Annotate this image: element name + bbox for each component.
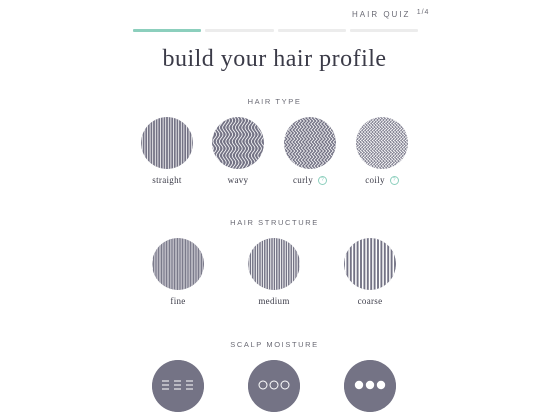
progress-bar — [133, 29, 418, 32]
coily-hair-icon — [356, 117, 408, 169]
hair-structure-label: fine — [170, 296, 186, 306]
hair-type-label: wavy — [227, 175, 249, 185]
quiz-step: 1/4 — [416, 9, 430, 16]
coarse-hair-icon — [344, 238, 396, 290]
progress-segment-3 — [277, 29, 346, 32]
wavy-hair-icon — [212, 117, 264, 169]
medium-hair-icon — [248, 238, 300, 290]
hair-structure-option-fine[interactable]: fine — [138, 238, 218, 306]
progress-segment-4 — [349, 29, 418, 32]
scalp-moisture-option-normal[interactable] — [234, 360, 314, 417]
hair-type-option-wavy[interactable]: wavy — [198, 117, 278, 185]
fine-hair-icon — [152, 238, 204, 290]
hair-type-option-coily[interactable]: coily? — [342, 117, 422, 186]
quiz-label: HAIR QUIZ — [352, 10, 411, 19]
hair-type-option-straight[interactable]: straight — [127, 117, 207, 185]
hair-type-option-curly[interactable]: curly? — [270, 117, 350, 186]
info-icon[interactable]: ? — [318, 176, 327, 186]
progress-segment-2 — [205, 29, 274, 32]
curly-hair-icon — [284, 117, 336, 169]
oily-scalp-icon — [344, 360, 396, 412]
page-title: build your hair profile — [162, 46, 387, 72]
hair-type-label: straight — [152, 175, 182, 185]
hair-type-title: HAIR TYPE — [247, 97, 302, 106]
info-icon[interactable]: ? — [389, 176, 399, 186]
hair-structure-title: HAIR STRUCTURE — [230, 218, 319, 227]
dry-scalp-icon — [152, 360, 204, 412]
hair-type-label: coily? — [342, 175, 422, 186]
straight-hair-icon — [141, 117, 193, 169]
hair-structure-option-medium[interactable]: medium — [234, 238, 314, 306]
hair-structure-label: medium — [258, 296, 290, 306]
hair-type-label: curly? — [270, 175, 350, 186]
hair-structure-label: coarse — [357, 296, 383, 306]
progress-segment-1 — [133, 29, 202, 32]
quiz-header: HAIR QUIZ 1/4 — [352, 9, 430, 19]
scalp-moisture-option-dry[interactable] — [138, 360, 218, 417]
hair-structure-option-coarse[interactable]: coarse — [330, 238, 410, 306]
scalp-moisture-title: SCALP MOISTURE — [230, 340, 319, 349]
scalp-moisture-option-oily[interactable] — [330, 360, 410, 417]
normal-scalp-icon — [248, 360, 300, 412]
